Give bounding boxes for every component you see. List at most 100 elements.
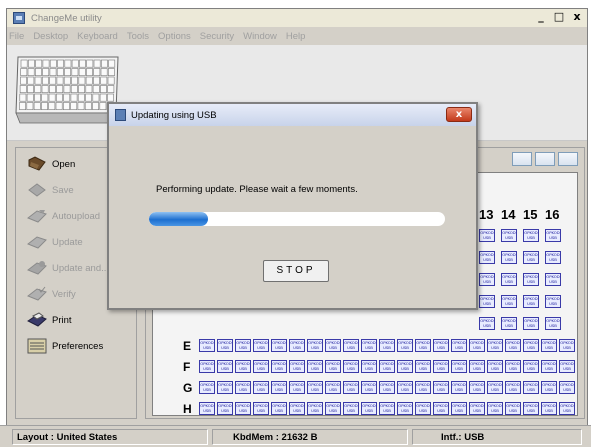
- menu-options[interactable]: Options: [158, 31, 191, 42]
- stop-button[interactable]: STOP: [263, 260, 329, 282]
- key-cell[interactable]: OPKOD USB: [343, 339, 359, 352]
- sidebar-item-preferences[interactable]: Preferences: [26, 336, 103, 356]
- key-cell[interactable]: OPKOD USB: [505, 402, 521, 415]
- key-cell[interactable]: OPKOD USB: [415, 402, 431, 415]
- key-cell[interactable]: OPKOD USB: [343, 360, 359, 373]
- key-cell[interactable]: OPKOD USB: [289, 360, 305, 373]
- key-cell[interactable]: OPKOD USB: [523, 360, 539, 373]
- key-cell[interactable]: OPKOD USB: [415, 381, 431, 394]
- key-cell[interactable]: OPKOD USB: [523, 402, 539, 415]
- key-cell[interactable]: OPKOD USB: [479, 229, 495, 242]
- key-cell[interactable]: OPKOD USB: [479, 317, 495, 330]
- key-cell[interactable]: OPKOD USB: [361, 402, 377, 415]
- key-cell[interactable]: OPKOD USB: [451, 339, 467, 352]
- key-cell[interactable]: OPKOD USB: [545, 229, 561, 242]
- key-cell[interactable]: OPKOD USB: [325, 402, 341, 415]
- key-cell[interactable]: OPKOD USB: [199, 360, 215, 373]
- key-cell[interactable]: OPKOD USB: [451, 381, 467, 394]
- key-cell[interactable]: OPKOD USB: [433, 402, 449, 415]
- key-cell[interactable]: OPKOD USB: [307, 381, 323, 394]
- key-cell[interactable]: OPKOD USB: [379, 339, 395, 352]
- key-cell[interactable]: OPKOD USB: [541, 360, 557, 373]
- menu-file[interactable]: File: [9, 31, 24, 42]
- key-cell[interactable]: OPKOD USB: [307, 360, 323, 373]
- key-cell[interactable]: OPKOD USB: [253, 360, 269, 373]
- key-cell[interactable]: OPKOD USB: [541, 381, 557, 394]
- key-cell[interactable]: OPKOD USB: [217, 402, 233, 415]
- key-cell[interactable]: OPKOD USB: [501, 229, 517, 242]
- key-cell[interactable]: OPKOD USB: [397, 360, 413, 373]
- key-cell[interactable]: OPKOD USB: [545, 295, 561, 308]
- key-cell[interactable]: OPKOD USB: [217, 360, 233, 373]
- key-cell[interactable]: OPKOD USB: [487, 339, 503, 352]
- child-minimize-button[interactable]: [512, 152, 532, 166]
- sidebar-item-autoupload[interactable]: Autoupload: [26, 206, 100, 226]
- sidebar-item-verify[interactable]: Verify: [26, 284, 76, 304]
- key-cell[interactable]: OPKOD USB: [289, 339, 305, 352]
- key-cell[interactable]: OPKOD USB: [379, 402, 395, 415]
- key-cell[interactable]: OPKOD USB: [451, 402, 467, 415]
- key-cell[interactable]: OPKOD USB: [559, 360, 575, 373]
- key-cell[interactable]: OPKOD USB: [235, 402, 251, 415]
- key-cell[interactable]: OPKOD USB: [199, 381, 215, 394]
- key-cell[interactable]: OPKOD USB: [469, 360, 485, 373]
- key-cell[interactable]: OPKOD USB: [541, 339, 557, 352]
- child-maximize-button[interactable]: [535, 152, 555, 166]
- key-cell[interactable]: OPKOD USB: [505, 381, 521, 394]
- key-cell[interactable]: OPKOD USB: [271, 402, 287, 415]
- key-cell[interactable]: OPKOD USB: [487, 402, 503, 415]
- key-cell[interactable]: OPKOD USB: [559, 402, 575, 415]
- menu-security[interactable]: Security: [200, 31, 234, 42]
- key-cell[interactable]: OPKOD USB: [325, 360, 341, 373]
- key-cell[interactable]: OPKOD USB: [415, 360, 431, 373]
- child-close-button[interactable]: [558, 152, 578, 166]
- key-cell[interactable]: OPKOD USB: [271, 360, 287, 373]
- key-cell[interactable]: OPKOD USB: [397, 339, 413, 352]
- key-cell[interactable]: OPKOD USB: [479, 273, 495, 286]
- key-cell[interactable]: OPKOD USB: [199, 339, 215, 352]
- maximize-button[interactable]: □: [551, 10, 567, 25]
- key-cell[interactable]: OPKOD USB: [361, 381, 377, 394]
- key-cell[interactable]: OPKOD USB: [379, 381, 395, 394]
- key-cell[interactable]: OPKOD USB: [501, 317, 517, 330]
- key-cell[interactable]: OPKOD USB: [487, 360, 503, 373]
- key-cell[interactable]: OPKOD USB: [469, 381, 485, 394]
- menu-tools[interactable]: Tools: [127, 31, 149, 42]
- key-cell[interactable]: OPKOD USB: [523, 381, 539, 394]
- key-cell[interactable]: OPKOD USB: [397, 402, 413, 415]
- key-cell[interactable]: OPKOD USB: [361, 360, 377, 373]
- key-cell[interactable]: OPKOD USB: [415, 339, 431, 352]
- key-cell[interactable]: OPKOD USB: [307, 402, 323, 415]
- sidebar-item-update[interactable]: Update: [26, 232, 83, 252]
- key-cell[interactable]: OPKOD USB: [523, 251, 539, 264]
- menu-window[interactable]: Window: [243, 31, 277, 42]
- key-cell[interactable]: OPKOD USB: [479, 295, 495, 308]
- key-cell[interactable]: OPKOD USB: [343, 402, 359, 415]
- sidebar-item-update-and[interactable]: Update and...: [26, 258, 109, 278]
- key-cell[interactable]: OPKOD USB: [253, 402, 269, 415]
- key-cell[interactable]: OPKOD USB: [433, 339, 449, 352]
- minimize-button[interactable]: _: [533, 10, 549, 25]
- sidebar-item-open[interactable]: Open: [26, 154, 75, 174]
- key-cell[interactable]: OPKOD USB: [199, 402, 215, 415]
- key-cell[interactable]: OPKOD USB: [361, 339, 377, 352]
- menu-keyboard[interactable]: Keyboard: [77, 31, 118, 42]
- key-cell[interactable]: OPKOD USB: [451, 360, 467, 373]
- key-cell[interactable]: OPKOD USB: [505, 339, 521, 352]
- key-cell[interactable]: OPKOD USB: [469, 402, 485, 415]
- key-cell[interactable]: OPKOD USB: [433, 381, 449, 394]
- key-cell[interactable]: OPKOD USB: [271, 339, 287, 352]
- key-cell[interactable]: OPKOD USB: [343, 381, 359, 394]
- key-cell[interactable]: OPKOD USB: [523, 339, 539, 352]
- key-cell[interactable]: OPKOD USB: [307, 339, 323, 352]
- key-cell[interactable]: OPKOD USB: [523, 317, 539, 330]
- key-cell[interactable]: OPKOD USB: [501, 251, 517, 264]
- key-cell[interactable]: OPKOD USB: [545, 251, 561, 264]
- key-cell[interactable]: OPKOD USB: [501, 273, 517, 286]
- key-cell[interactable]: OPKOD USB: [541, 402, 557, 415]
- dialog-close-button[interactable]: x: [446, 107, 472, 122]
- key-cell[interactable]: OPKOD USB: [501, 295, 517, 308]
- key-cell[interactable]: OPKOD USB: [433, 360, 449, 373]
- key-cell[interactable]: OPKOD USB: [545, 317, 561, 330]
- key-cell[interactable]: OPKOD USB: [217, 339, 233, 352]
